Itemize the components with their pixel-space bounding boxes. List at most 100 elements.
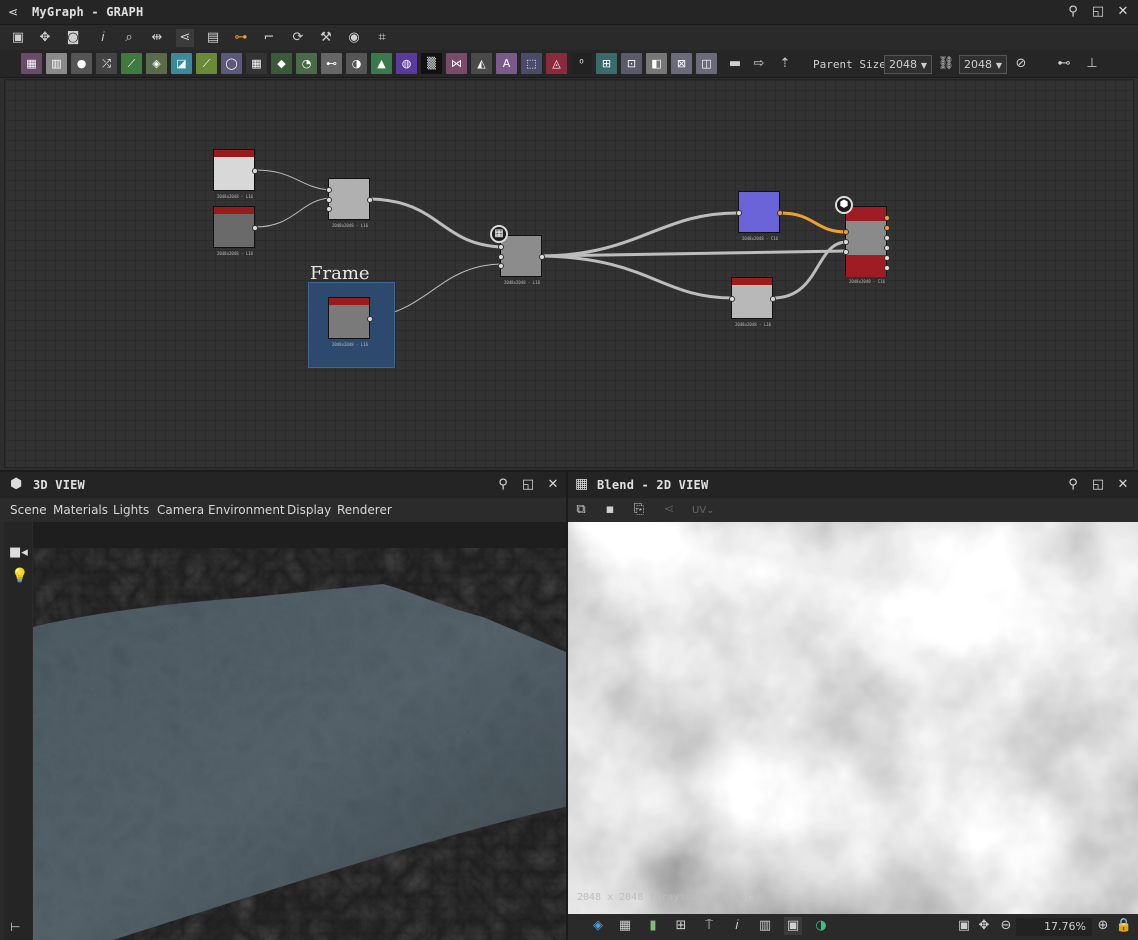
input-port[interactable] [729, 296, 735, 302]
uv-dropdown[interactable]: UV⌄ [692, 505, 715, 516]
clouds-texture [568, 522, 1138, 914]
zoom-field[interactable]: 17.76% [1016, 918, 1092, 936]
graph-panel: ⋖ MyGraph - GRAPH ⚲ ◱ ✕ ▣ ✥ ◙ 𝑖 ⌕ ⇹ ⋖ ▤ … [0, 0, 1138, 470]
scene-tree-icon[interactable]: ⊢ [10, 920, 20, 934]
camera-icon[interactable]: ■◂ [9, 545, 28, 560]
graph-links [254, 169, 847, 319]
output-port[interactable] [539, 254, 545, 260]
close-icon[interactable]: ✕ [1115, 477, 1131, 493]
zoom-value: 17.76% [1044, 920, 1086, 933]
output-port[interactable] [884, 245, 890, 251]
input-port[interactable] [326, 187, 332, 193]
uv-label: UV [692, 505, 707, 516]
maximize-icon[interactable]: ◱ [1090, 477, 1106, 493]
node-label: 2048x2048 - L16 [331, 223, 369, 228]
graph-node-material-output[interactable]: 2048x2048 - C16 [843, 206, 890, 284]
graph-node-noise-3[interactable]: 2048x2048 - L16 [729, 277, 776, 327]
output-port[interactable] [770, 296, 776, 302]
input-port[interactable] [843, 239, 849, 245]
view3d-titlebar: ⬢ 3D VIEW ⚲ ◱ ✕ [0, 472, 566, 498]
zoom-out-icon[interactable]: ⊖ [997, 917, 1015, 935]
viewport-3d[interactable] [33, 522, 566, 940]
checker-bg-icon[interactable]: ▦ [616, 917, 634, 935]
terrain-plane [33, 584, 566, 940]
cube-icon: ⬢ [10, 476, 23, 492]
histogram-icon[interactable]: ▥ [756, 917, 774, 935]
export-icon[interactable]: ⧉ [572, 501, 590, 519]
node-label: 2048x2048 - L16 [216, 251, 254, 256]
layers-icon[interactable]: ◈ [589, 917, 607, 935]
pin-icon[interactable]: ⚲ [495, 477, 511, 493]
link-6 [541, 254, 734, 300]
output-port[interactable] [777, 210, 783, 216]
menu-display[interactable]: Display [287, 503, 331, 517]
color-wheel-icon[interactable]: ◑ [812, 917, 830, 935]
menu-renderer[interactable]: Renderer [337, 503, 392, 517]
output-port[interactable] [884, 265, 890, 271]
graph-node-clouds[interactable]: 2048x2048 - L16 [328, 297, 373, 347]
output-port[interactable] [252, 168, 258, 174]
view2d-title: Blend - 2D VIEW [597, 478, 709, 492]
picker-icon[interactable]: ⍑ [700, 917, 718, 935]
output-port[interactable] [884, 255, 890, 261]
link-1 [254, 169, 331, 191]
input-port[interactable] [736, 210, 742, 216]
node-label: 2048x2048 - L16 [734, 322, 772, 327]
close-icon[interactable]: ✕ [545, 477, 561, 493]
share-icon[interactable]: ⋖ [660, 501, 678, 519]
menu-materials[interactable]: Materials [53, 503, 108, 517]
link-5 [541, 211, 741, 258]
link-2 [254, 197, 331, 228]
preview-checker-icon[interactable]: ▦ [490, 225, 508, 243]
view3d-title: 3D VIEW [33, 478, 85, 492]
input-port[interactable] [498, 244, 504, 250]
maximize-icon[interactable]: ◱ [520, 477, 536, 493]
frame-label: Frame [310, 263, 370, 284]
input-port[interactable] [498, 254, 504, 260]
input-port[interactable] [498, 263, 504, 269]
input-port[interactable] [326, 197, 332, 203]
node-label: 2048x2048 - C16 [848, 279, 886, 284]
display-icon[interactable]: ▣ [784, 917, 802, 935]
viewport-2d[interactable]: 2048 x 2048 (Grayscale, 16bpc) [568, 522, 1138, 914]
save-icon[interactable]: ▪ [601, 501, 619, 519]
output-port[interactable] [252, 225, 258, 231]
graph-node-blend-1[interactable]: 2048x2048 - L16 [326, 178, 373, 228]
zoom-in-icon[interactable]: ⊕ [1094, 917, 1112, 935]
output-port[interactable] [884, 235, 890, 241]
menu-camera[interactable]: Camera [157, 503, 204, 517]
color-channels-icon[interactable]: ▮ [644, 917, 662, 935]
node-label: 2048x2048 - L16 [331, 342, 369, 347]
output-port[interactable] [884, 225, 890, 231]
graph-node-normal[interactable]: 2048x2048 - C16 [736, 191, 783, 241]
input-port[interactable] [843, 229, 849, 235]
lock-icon[interactable]: 🔒 [1115, 917, 1133, 935]
graph-node-noise-2[interactable]: 2048x2048 - L16 [213, 206, 258, 256]
graph-node-noise-1[interactable]: 2048x2048 - L16 [213, 149, 258, 199]
output-port[interactable] [367, 197, 373, 203]
graph-node-blend-2[interactable]: 2048x2048 - L16 [498, 235, 545, 285]
center-icon[interactable]: ✥ [975, 917, 993, 935]
menu-scene[interactable]: Scene [10, 503, 47, 517]
output-port[interactable] [884, 215, 890, 221]
fit-icon[interactable]: ▣ [955, 917, 973, 935]
link-8 [779, 211, 847, 234]
info-icon[interactable]: 𝑖 [728, 917, 746, 935]
pin-icon[interactable]: ⚲ [1065, 477, 1081, 493]
node-label: 2048x2048 - L16 [216, 194, 254, 199]
menu-lights[interactable]: Lights [113, 503, 149, 517]
tiling-icon[interactable]: ⊞ [672, 917, 690, 935]
menu-environment[interactable]: Environment [208, 503, 285, 517]
copy-icon[interactable]: ⎘ [630, 501, 648, 519]
preview-3d-icon[interactable]: ⬢ [835, 196, 853, 214]
link-3 [369, 197, 503, 249]
light-bulb-icon[interactable]: 💡 [11, 568, 28, 584]
output-port[interactable] [367, 316, 373, 322]
node-label: 2048x2048 - C16 [741, 236, 779, 241]
image-info: 2048 x 2048 (Grayscale, 16bpc) [577, 892, 758, 903]
input-port[interactable] [843, 249, 849, 255]
checker-icon: ▦ [575, 476, 589, 492]
input-port[interactable] [326, 206, 332, 212]
view3d-sidebar [4, 522, 32, 940]
node-label: 2048x2048 - L16 [503, 280, 541, 285]
